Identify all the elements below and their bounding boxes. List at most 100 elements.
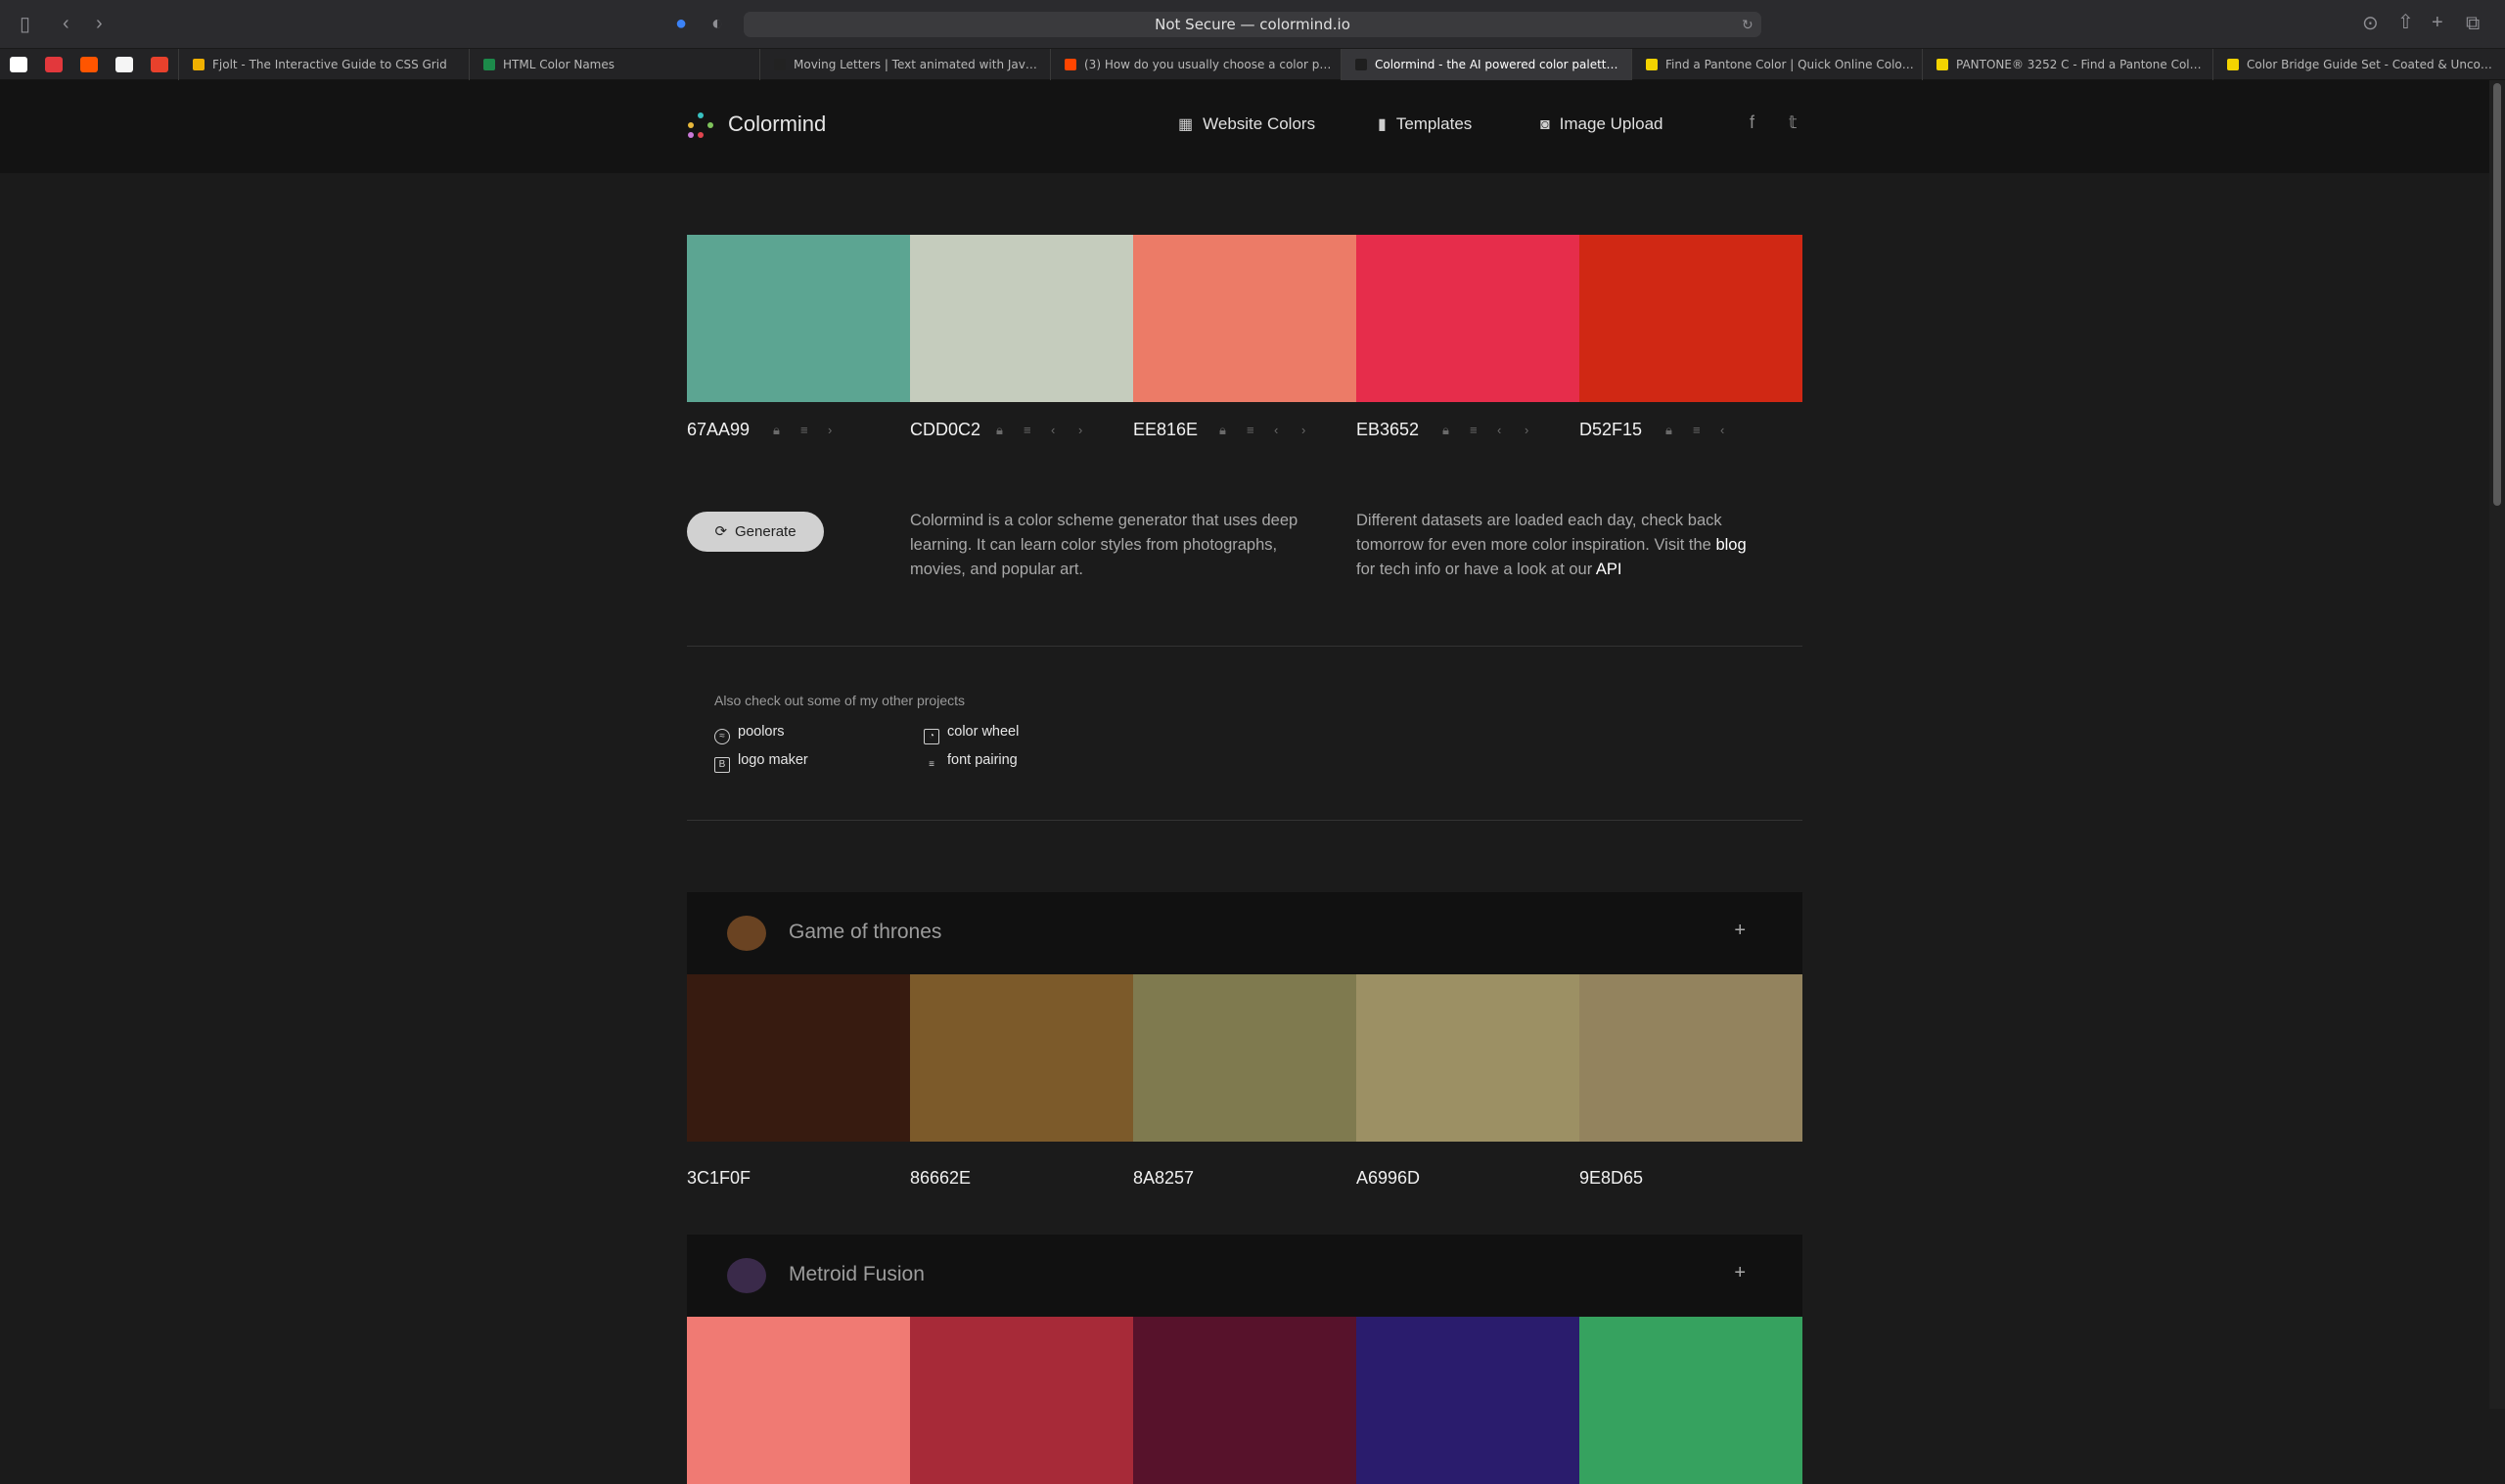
browser-tab[interactable]: Color Bridge Guide Set - Coated & Uncoat… <box>2212 49 2503 80</box>
generate-label: Generate <box>735 523 797 540</box>
tab-overview-icon[interactable]: ⧉ <box>2466 14 2480 33</box>
palette-card-swatch[interactable] <box>910 1317 1133 1484</box>
pinned-tab-icon[interactable] <box>115 57 133 72</box>
nav-templates[interactable]: ▮ Templates <box>1378 114 1472 134</box>
tab-label: PANTONE® 3252 C - Find a Pantone Color..… <box>1956 58 2212 71</box>
api-link[interactable]: API <box>1596 561 1622 578</box>
palette-swatch[interactable] <box>1579 235 1802 402</box>
poolors-icon: ≈ <box>714 729 730 744</box>
palette-swatch[interactable] <box>687 235 910 402</box>
palette-hex-label[interactable]: 67AA99 <box>687 420 750 440</box>
pinned-tab-icon[interactable] <box>80 57 98 72</box>
tab-label: Colormind - the AI powered color palette… <box>1375 58 1631 71</box>
arrow-left-icon[interactable]: ‹ <box>1497 423 1501 437</box>
project-logo-maker[interactable]: Blogo maker <box>714 752 808 773</box>
palette-card-swatch[interactable] <box>1579 974 1802 1142</box>
lock-icon[interactable]: 🔒︎ <box>1219 423 1226 438</box>
reload-icon[interactable]: ↻ <box>1742 15 1754 34</box>
address-bar[interactable]: Not Secure — colormind.io <box>744 12 1761 37</box>
scroll-thumb[interactable] <box>2493 83 2501 506</box>
browser-tab[interactable]: HTML Color Names <box>469 49 759 80</box>
palette-card-swatch[interactable] <box>1133 1317 1356 1484</box>
facebook-icon[interactable]: f <box>1750 112 1754 133</box>
arrow-right-icon[interactable]: › <box>828 423 832 437</box>
share-icon[interactable]: ⇧ <box>2397 13 2414 32</box>
sidebar-toggle-icon[interactable]: ▯ <box>20 15 30 34</box>
pinned-tab-icon[interactable] <box>10 57 27 72</box>
pinned-tab-icon[interactable] <box>151 57 168 72</box>
palette-card-thumbnail <box>727 916 766 951</box>
palette-card-title: Game of thrones <box>789 921 942 943</box>
project-poolors[interactable]: ≈ poolors <box>714 724 785 744</box>
lock-icon[interactable]: 🔒︎ <box>773 423 780 438</box>
back-icon[interactable]: ‹ <box>63 14 69 33</box>
downloads-icon[interactable]: ⊙ <box>2362 14 2379 33</box>
palette-card-swatch[interactable] <box>687 1317 910 1484</box>
arrow-right-icon[interactable]: › <box>1078 423 1082 437</box>
scrollbar[interactable] <box>2489 80 2505 1409</box>
browser-tab[interactable]: (3) How do you usually choose a color pa… <box>1050 49 1341 80</box>
palette-hex-label[interactable]: D52F15 <box>1579 420 1642 440</box>
adjust-icon[interactable]: ≡ <box>1024 423 1031 437</box>
extension-icon[interactable]: ● <box>675 14 687 33</box>
browser-tab[interactable]: PANTONE® 3252 C - Find a Pantone Color..… <box>1922 49 2212 80</box>
browser-tab[interactable]: Find a Pantone Color | Quick Online Colo… <box>1631 49 1922 80</box>
project-font-pairing[interactable]: ≡ font pairing <box>924 752 1018 774</box>
adjust-icon[interactable]: ≡ <box>1693 423 1701 437</box>
arrow-right-icon[interactable]: › <box>1301 423 1305 437</box>
pinned-tab-icon[interactable] <box>45 57 63 72</box>
tab-favicon-icon <box>1936 59 1948 70</box>
palette-card-hex: A6996D <box>1356 1168 1421 1188</box>
lock-icon[interactable]: 🔒︎ <box>1442 423 1449 438</box>
palette-card-swatch[interactable] <box>1133 974 1356 1142</box>
forward-icon[interactable]: › <box>96 14 103 33</box>
palette-swatch[interactable] <box>1356 235 1579 402</box>
arrow-left-icon[interactable]: ‹ <box>1720 423 1724 437</box>
palette-card-swatch[interactable] <box>1579 1317 1802 1484</box>
arrow-left-icon[interactable]: ‹ <box>1274 423 1278 437</box>
tab-favicon-icon <box>1355 59 1367 70</box>
divider <box>687 820 1802 821</box>
intro-text: Different datasets are loaded each day, … <box>1356 512 1722 554</box>
adjust-icon[interactable]: ≡ <box>800 423 808 437</box>
browser-tab[interactable]: Fjolt - The Interactive Guide to CSS Gri… <box>178 49 469 80</box>
refresh-icon: ⟳ <box>714 523 728 540</box>
browser-tab[interactable]: Moving Letters | Text animated with Java… <box>759 49 1050 80</box>
browser-toolbar: ▯ ‹ › ● ◐ Not Secure — colormind.io ↻ ⊙ … <box>0 0 2505 49</box>
logo-text[interactable]: Colormind <box>728 112 826 137</box>
lock-icon[interactable]: 🔒︎ <box>996 423 1003 438</box>
palette-hex-label[interactable]: EE816E <box>1133 420 1198 440</box>
twitter-icon[interactable]: 𝕥 <box>1789 112 1797 133</box>
shield-icon[interactable]: ◐ <box>711 14 723 33</box>
adjust-icon[interactable]: ≡ <box>1470 423 1478 437</box>
palette-swatch[interactable] <box>1133 235 1356 402</box>
adjust-icon[interactable]: ≡ <box>1247 423 1254 437</box>
nav-image-upload[interactable]: ◙ Image Upload <box>1540 114 1663 134</box>
tab-label: Find a Pantone Color | Quick Online Colo… <box>1665 58 1922 71</box>
arrow-left-icon[interactable]: ‹ <box>1051 423 1055 437</box>
generate-button[interactable]: ⟳ Generate <box>687 512 824 552</box>
palette-hex-label[interactable]: CDD0C2 <box>910 420 980 440</box>
browser-tab[interactable]: Colormind - the AI powered color palette… <box>1341 49 1631 80</box>
add-palette-button[interactable]: + <box>1734 920 1746 942</box>
new-tab-icon[interactable]: + <box>2432 13 2443 32</box>
palette-card-swatch[interactable] <box>687 974 910 1142</box>
palette-hex-label[interactable]: EB3652 <box>1356 420 1419 440</box>
divider <box>687 646 1802 647</box>
tab-favicon-icon <box>1646 59 1658 70</box>
project-color-wheel[interactable]: ◔ color wheel <box>924 724 1019 744</box>
palette-card-swatch[interactable] <box>910 974 1133 1142</box>
palette-swatch[interactable] <box>910 235 1133 402</box>
palette-card-swatch[interactable] <box>1356 1317 1579 1484</box>
project-label: logo maker <box>738 752 808 768</box>
add-palette-button[interactable]: + <box>1734 1262 1746 1284</box>
nav-website-colors[interactable]: ▦ Website Colors <box>1178 114 1315 134</box>
colormind-logo-icon[interactable] <box>688 112 713 138</box>
blog-link[interactable]: blog <box>1715 536 1746 554</box>
nav-label: Templates <box>1395 114 1473 133</box>
tab-bar: Fjolt - The Interactive Guide to CSS Gri… <box>0 49 2505 80</box>
arrow-right-icon[interactable]: › <box>1525 423 1528 437</box>
site-header: Colormind ▦ Website Colors ▮ Templates ◙ Im… <box>0 80 2489 173</box>
lock-icon[interactable]: 🔒︎ <box>1665 423 1672 438</box>
palette-card-swatch[interactable] <box>1356 974 1579 1142</box>
